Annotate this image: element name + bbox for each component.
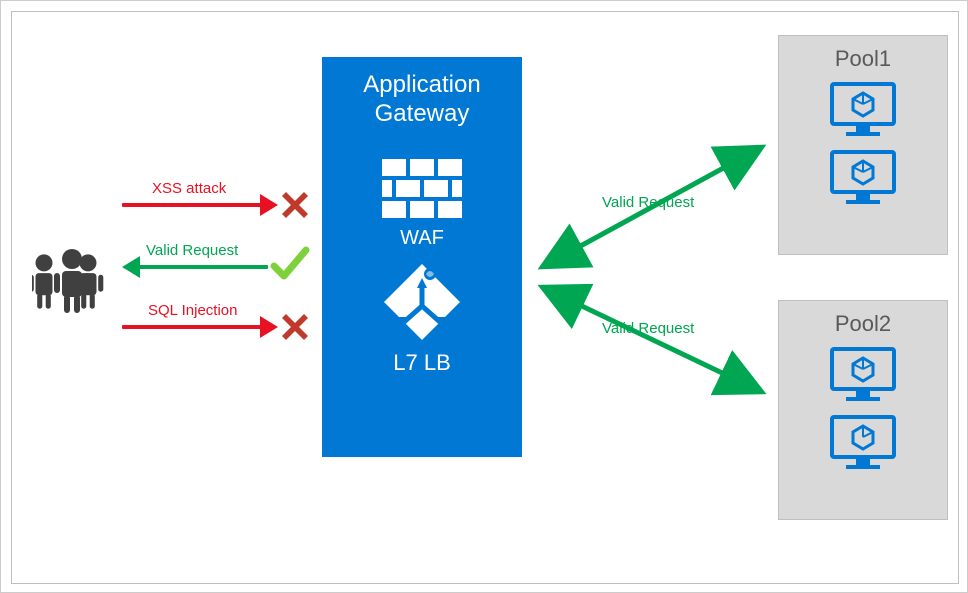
valid-left-arrow	[138, 265, 268, 269]
gateway-title-line2: Gateway	[375, 100, 470, 127]
sql-arrow-head	[260, 316, 278, 338]
pool2: Pool2	[778, 300, 948, 520]
gateway-title-line1: Application	[363, 71, 480, 98]
gateway-to-pools-arrows	[522, 112, 782, 412]
pool1-title: Pool1	[779, 46, 947, 72]
vm-icon	[828, 80, 898, 140]
lb-label: L7 LB	[322, 350, 522, 376]
sql-arrow	[122, 325, 262, 329]
xss-arrow	[122, 203, 262, 207]
valid-check-icon	[270, 244, 310, 284]
pool2-title: Pool2	[779, 311, 947, 337]
valid-bottom-label: Valid Request	[602, 320, 694, 337]
sql-label: SQL Injection	[148, 302, 238, 319]
xss-arrow-head	[260, 194, 278, 216]
vm-icon	[828, 345, 898, 405]
load-balancer-icon	[382, 262, 462, 342]
waf-label: WAF	[322, 227, 522, 250]
gateway-title: Application Gateway	[322, 71, 522, 129]
diagram-canvas: XSS attack Valid Request SQL Injection A…	[11, 11, 959, 584]
vm-icon	[828, 148, 898, 208]
xss-label: XSS attack	[152, 180, 226, 197]
sql-block-icon	[280, 312, 310, 342]
pool1: Pool1	[778, 35, 948, 255]
valid-left-arrow-head	[122, 256, 140, 278]
valid-left-label: Valid Request	[146, 242, 238, 259]
application-gateway: Application Gateway	[322, 57, 522, 457]
valid-top-label: Valid Request	[602, 194, 694, 211]
xss-block-icon	[280, 190, 310, 220]
users-icon	[32, 245, 112, 315]
firewall-icon	[382, 159, 462, 219]
vm-icon	[828, 413, 898, 473]
